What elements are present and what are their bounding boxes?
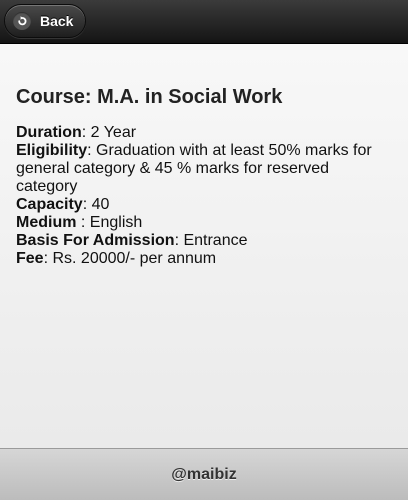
admission-basis-key: Basis For Admission bbox=[16, 232, 175, 249]
medium-line: Medium : English bbox=[16, 214, 392, 232]
back-label: Back bbox=[40, 13, 74, 29]
medium-key: Medium bbox=[16, 214, 77, 231]
back-button[interactable]: Back bbox=[4, 4, 86, 38]
course-title: Course: M.A. in Social Work bbox=[16, 86, 283, 108]
eligibility-key: Eligibility bbox=[16, 142, 88, 159]
header-bar: Back bbox=[0, 0, 408, 44]
fee-line: Fee: Rs. 20000/- per annum bbox=[16, 250, 392, 268]
eligibility-line: Eligibility: Graduation with at least 50… bbox=[16, 142, 392, 196]
duration-value: 2 Year bbox=[90, 124, 137, 141]
admission-basis-value: Entrance bbox=[183, 232, 248, 249]
footer-bar: @maibiz bbox=[0, 448, 408, 500]
duration-sep: : bbox=[81, 124, 91, 141]
duration-key: Duration bbox=[16, 124, 82, 141]
back-arrow-icon bbox=[13, 12, 31, 30]
eligibility-sep: : bbox=[87, 142, 97, 159]
duration-line: Duration: 2 Year bbox=[16, 124, 392, 142]
capacity-line: Capacity: 40 bbox=[16, 196, 392, 214]
medium-value: English bbox=[89, 214, 143, 231]
capacity-value: 40 bbox=[91, 196, 110, 213]
medium-sep: : bbox=[76, 214, 90, 231]
admission-basis-line: Basis For Admission: Entrance bbox=[16, 232, 392, 250]
footer-credit: @maibiz bbox=[171, 465, 237, 483]
course-content: Course: M.A. in Social Work Duration: 2 … bbox=[0, 44, 408, 448]
capacity-key: Capacity bbox=[16, 196, 83, 213]
fee-value: Rs. 20000/- per annum bbox=[52, 250, 217, 267]
capacity-sep: : bbox=[82, 196, 92, 213]
fee-key: Fee bbox=[16, 250, 44, 267]
